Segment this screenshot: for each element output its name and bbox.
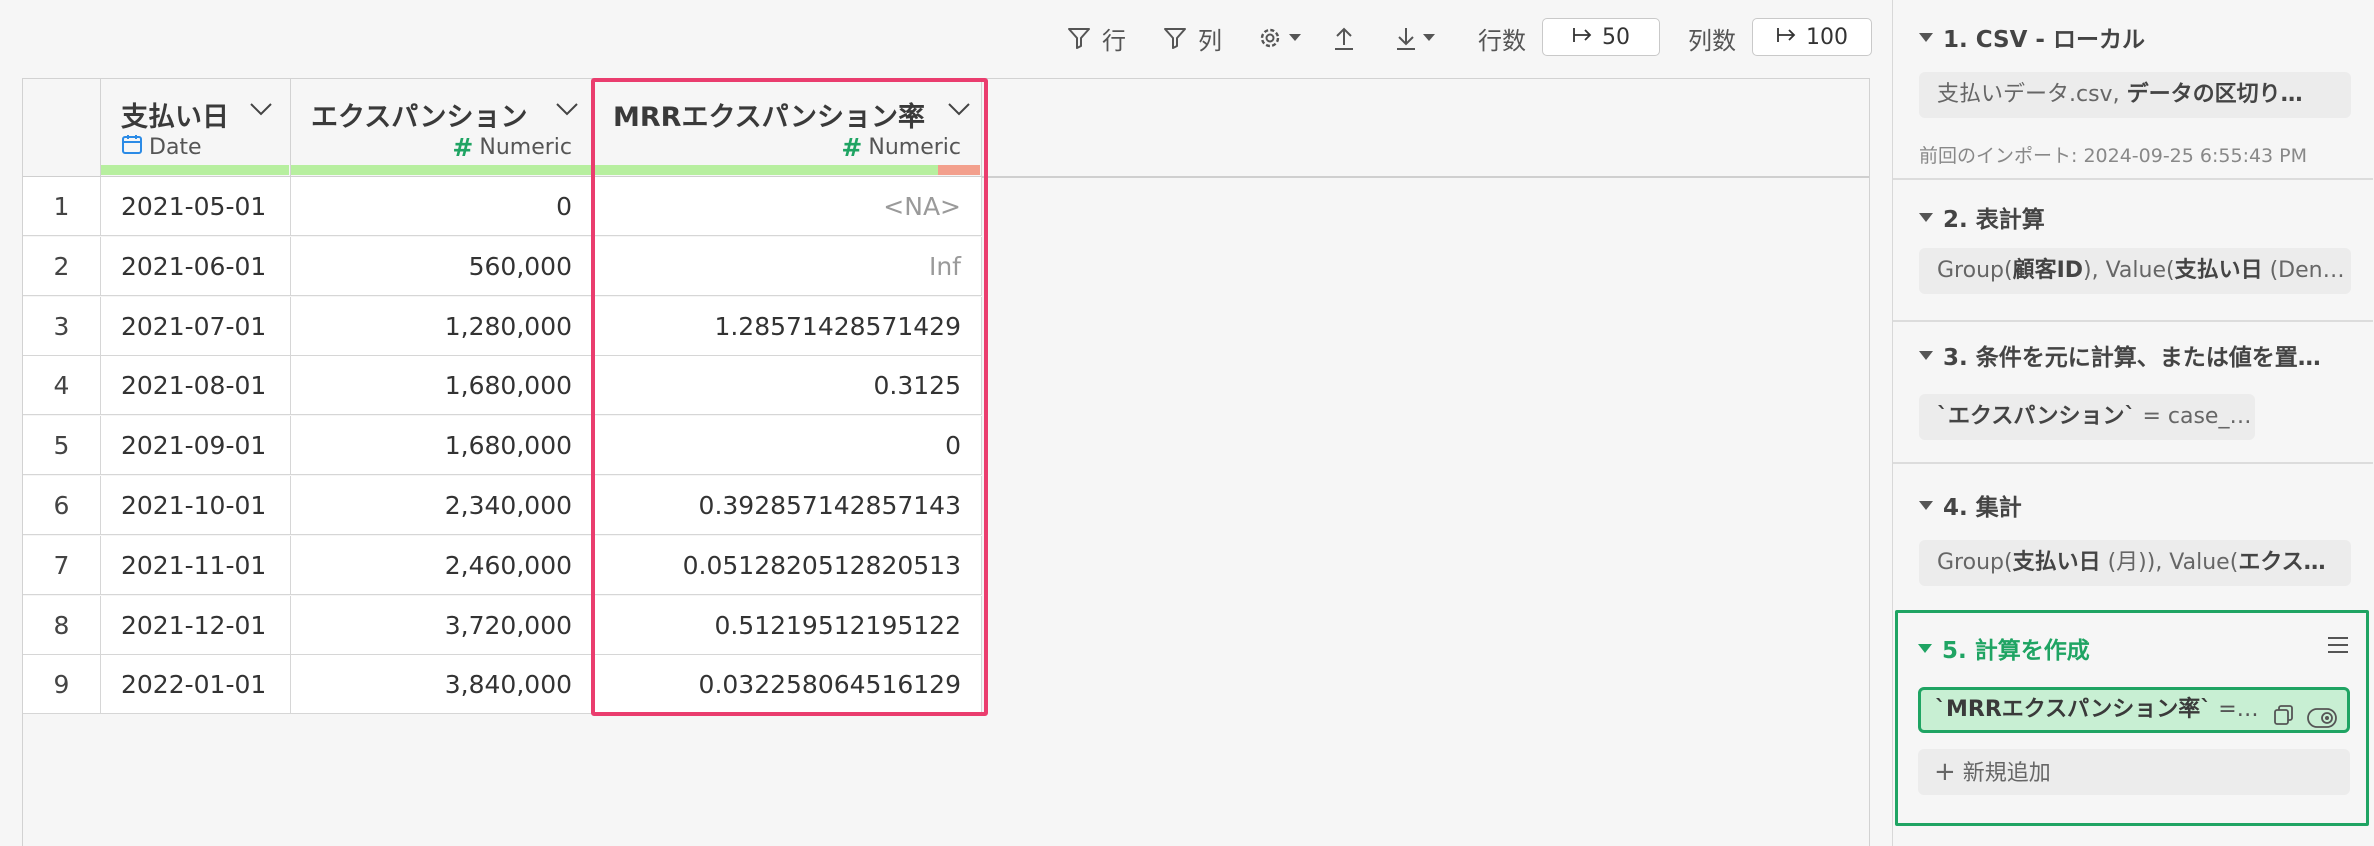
step-title[interactable]: 4. 集計 bbox=[1919, 488, 2022, 522]
row-index[interactable]: 3 bbox=[23, 296, 101, 356]
step-title[interactable]: 3. 条件を元に計算、または値を置… bbox=[1919, 338, 2321, 372]
filter-icon bbox=[1066, 25, 1092, 51]
cell-expansion[interactable]: 0 bbox=[291, 177, 593, 236]
row-index[interactable]: 7 bbox=[23, 535, 101, 595]
caret-down-icon bbox=[1288, 33, 1302, 43]
row-filter-button[interactable]: 行 bbox=[1066, 20, 1126, 56]
quality-bar bbox=[291, 165, 591, 175]
step-5-active[interactable]: 5. 計算を作成 `MRRエクスパンション率` =… + 新規追加 bbox=[1895, 610, 2369, 826]
step-detail[interactable]: 支払いデータ.csv, データの区切り… bbox=[1919, 72, 2351, 118]
cols-count-label: 列数 bbox=[1688, 26, 1736, 55]
gear-icon bbox=[1256, 24, 1284, 52]
cell-date[interactable]: 2022-01-01 bbox=[101, 655, 291, 715]
row-filter-label: 行 bbox=[1102, 26, 1126, 55]
step-detail[interactable]: `エクスパンション` = case_… bbox=[1919, 394, 2255, 440]
caret-down-icon bbox=[1422, 33, 1436, 43]
caret-down-icon bbox=[1919, 32, 1933, 42]
caret-down-icon bbox=[1918, 643, 1932, 653]
caret-down-icon bbox=[1919, 500, 1933, 510]
caret-down-icon bbox=[1919, 350, 1933, 360]
cols-count-input[interactable]: 100 bbox=[1752, 18, 1872, 56]
highlight-column-frame bbox=[591, 78, 988, 716]
caret-down-icon bbox=[1919, 212, 1933, 222]
cell-expansion[interactable]: 1,680,000 bbox=[291, 356, 593, 416]
cell-expansion[interactable]: 560,000 bbox=[291, 236, 593, 296]
column-type: # Numeric bbox=[452, 133, 572, 162]
rows-count-value: 50 bbox=[1602, 24, 1630, 50]
row-index[interactable]: 5 bbox=[23, 416, 101, 476]
column-header-expansion[interactable]: エクスパンション # Numeric bbox=[291, 79, 593, 177]
steps-panel: 1. CSV - ローカル 支払いデータ.csv, データの区切り… 前回のイン… bbox=[1892, 0, 2374, 846]
row-index[interactable]: 9 bbox=[23, 655, 101, 715]
quality-bar bbox=[101, 165, 289, 175]
upload-button[interactable] bbox=[1332, 20, 1356, 56]
download-icon bbox=[1394, 25, 1418, 51]
step-title[interactable]: 5. 計算を作成 bbox=[1918, 631, 2090, 665]
step-1[interactable]: 1. CSV - ローカル 支払いデータ.csv, データの区切り… 前回のイン… bbox=[1893, 0, 2373, 176]
download-menu-button[interactable] bbox=[1394, 20, 1436, 56]
column-type: Date bbox=[121, 133, 202, 161]
upload-icon bbox=[1332, 25, 1356, 51]
cell-date[interactable]: 2021-09-01 bbox=[101, 416, 291, 476]
cell-expansion[interactable]: 1,680,000 bbox=[291, 416, 593, 476]
step-3[interactable]: 3. 条件を元に計算、または値を置… `エクスパンション` = case_… bbox=[1893, 322, 2373, 462]
filter-icon bbox=[1162, 25, 1188, 51]
settings-menu-button[interactable] bbox=[1256, 20, 1302, 56]
cols-count-value: 100 bbox=[1806, 24, 1848, 50]
step-4[interactable]: 4. 集計 Group(支払い日 (月)), Value(エクス… bbox=[1893, 464, 2373, 606]
step-detail[interactable]: Group(支払い日 (月)), Value(エクス… bbox=[1919, 540, 2351, 586]
row-index-header bbox=[23, 79, 101, 177]
column-filter-button[interactable]: 列 bbox=[1162, 20, 1222, 56]
row-index[interactable]: 1 bbox=[23, 177, 101, 236]
cell-date[interactable]: 2021-08-01 bbox=[101, 356, 291, 416]
step-title[interactable]: 2. 表計算 bbox=[1919, 200, 2045, 234]
column-name: 支払い日 bbox=[121, 102, 229, 133]
toggle-visibility-icon[interactable] bbox=[2307, 702, 2337, 730]
cell-expansion[interactable]: 1,280,000 bbox=[291, 296, 593, 356]
row-index[interactable]: 6 bbox=[23, 476, 101, 535]
add-new-button[interactable]: + 新規追加 bbox=[1918, 749, 2350, 795]
cell-date[interactable]: 2021-11-01 bbox=[101, 535, 291, 595]
rows-count-label: 行数 bbox=[1478, 26, 1526, 55]
cell-date[interactable]: 2021-07-01 bbox=[101, 296, 291, 356]
chevron-down-icon[interactable] bbox=[249, 101, 273, 121]
cell-expansion[interactable]: 3,720,000 bbox=[291, 595, 593, 655]
cell-date[interactable]: 2021-10-01 bbox=[101, 476, 291, 535]
step-item[interactable]: `MRRエクスパンション率` =… bbox=[1918, 687, 2350, 733]
column-header-date[interactable]: 支払い日 Date bbox=[101, 79, 291, 177]
step-title[interactable]: 1. CSV - ローカル bbox=[1919, 20, 2145, 54]
column-filter-label: 列 bbox=[1198, 26, 1222, 55]
cell-expansion[interactable]: 2,460,000 bbox=[291, 535, 593, 595]
last-import-note: 前回のインポート: 2024-09-25 6:55:43 PM bbox=[1919, 145, 2308, 167]
cell-expansion[interactable]: 2,340,000 bbox=[291, 476, 593, 535]
copy-icon[interactable] bbox=[2273, 700, 2295, 730]
cell-date[interactable]: 2021-06-01 bbox=[101, 236, 291, 296]
row-index[interactable]: 2 bbox=[23, 236, 101, 296]
plus-icon: + bbox=[1934, 757, 1956, 787]
cell-date[interactable]: 2021-12-01 bbox=[101, 595, 291, 655]
step-detail[interactable]: Group(顧客ID), Value(支払い日 (Den… bbox=[1919, 248, 2351, 294]
jump-to-icon bbox=[1572, 25, 1594, 50]
column-name: エクスパンション bbox=[311, 102, 528, 133]
step-2[interactable]: 2. 表計算 Group(顧客ID), Value(支払い日 (Den… bbox=[1893, 180, 2373, 318]
column-type-label: Numeric bbox=[479, 135, 572, 160]
row-index[interactable]: 4 bbox=[23, 356, 101, 416]
cell-date[interactable]: 2021-05-01 bbox=[101, 177, 291, 236]
jump-to-icon bbox=[1776, 25, 1798, 50]
cell-expansion[interactable]: 3,840,000 bbox=[291, 655, 593, 715]
menu-icon[interactable] bbox=[2326, 635, 2350, 659]
rows-count-input[interactable]: 50 bbox=[1542, 18, 1660, 56]
chevron-down-icon[interactable] bbox=[555, 101, 579, 121]
column-type-label: Date bbox=[149, 134, 202, 160]
row-index[interactable]: 8 bbox=[23, 595, 101, 655]
calendar-icon bbox=[121, 133, 143, 161]
hash-icon: # bbox=[452, 133, 474, 162]
